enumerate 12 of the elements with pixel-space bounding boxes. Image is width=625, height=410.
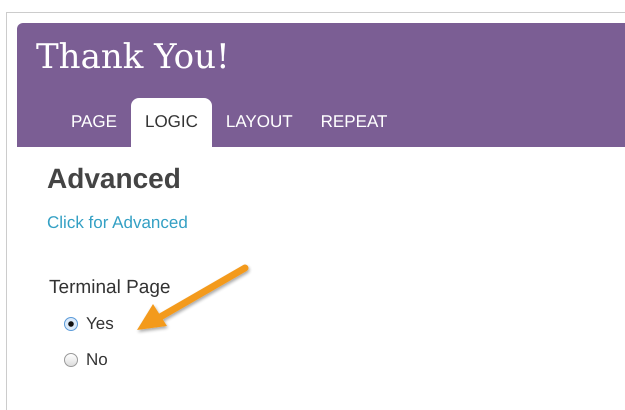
tab[interactable]: PAGE <box>57 98 131 147</box>
page-title: Thank You! <box>35 36 231 79</box>
section-heading: Advanced <box>47 163 181 195</box>
tab[interactable]: REPEAT <box>306 98 402 147</box>
question-label: Terminal Page <box>49 277 170 299</box>
option-label: Yes <box>86 314 114 334</box>
tab[interactable]: LOGIC <box>130 98 212 147</box>
option-label: No <box>86 350 108 370</box>
advanced-link[interactable]: Click for Advanced <box>47 213 188 233</box>
radio-button[interactable] <box>64 353 78 367</box>
tab[interactable]: LAYOUT <box>212 98 307 147</box>
radio-button[interactable] <box>64 317 78 331</box>
